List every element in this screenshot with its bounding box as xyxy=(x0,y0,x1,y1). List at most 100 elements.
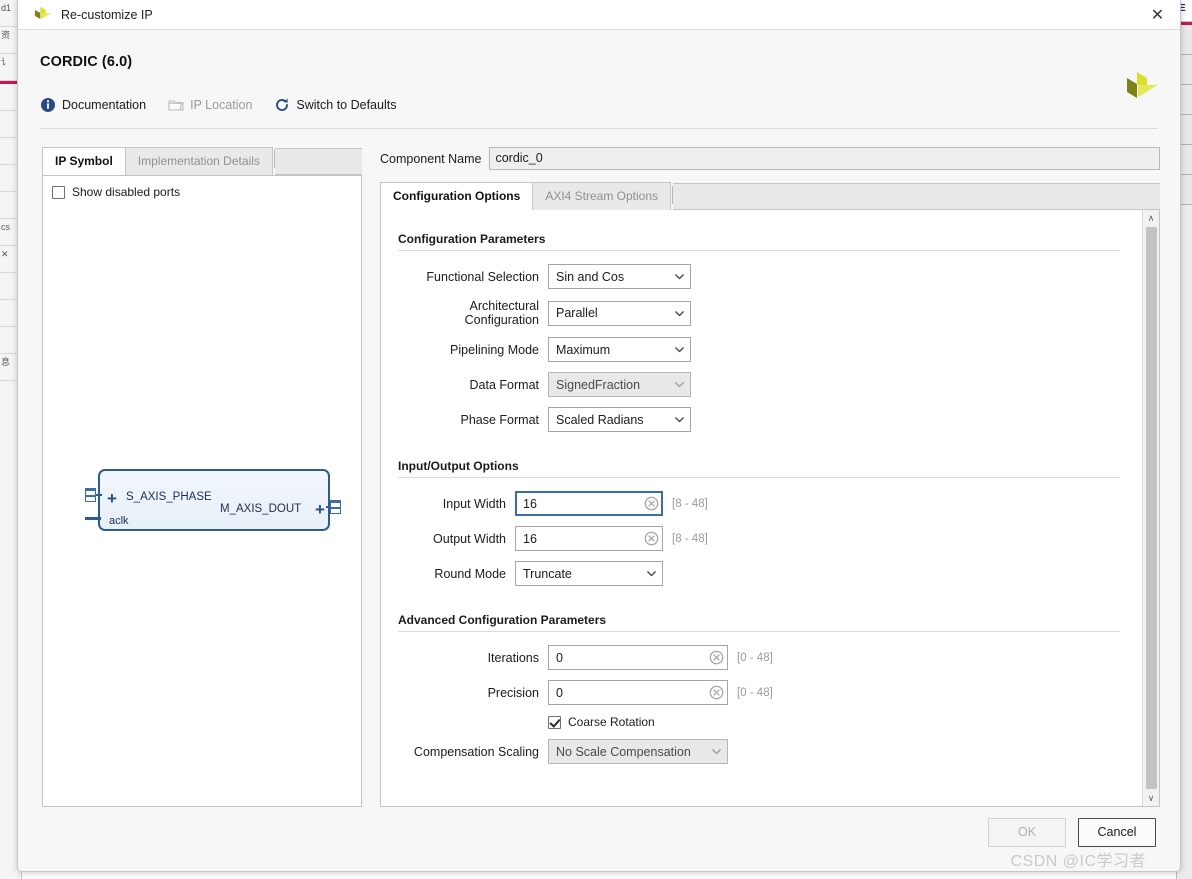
compensation-scaling-value: No Scale Compensation xyxy=(556,744,691,759)
tab-ip-symbol[interactable]: IP Symbol xyxy=(42,147,126,175)
left-tabstrip: IP Symbol Implementation Details xyxy=(42,147,362,175)
clear-icon[interactable] xyxy=(644,496,659,511)
iterations-input[interactable]: 0 xyxy=(548,645,728,670)
data-format-dropdown[interactable]: SignedFraction xyxy=(548,372,691,397)
component-name-input[interactable]: cordic_0 xyxy=(489,147,1160,170)
architectural-configuration-label: Architectural Configuration xyxy=(464,299,539,327)
scrollbar-track[interactable] xyxy=(1143,226,1160,790)
config-tabstrip: Configuration Options AXI4 Stream Option… xyxy=(380,182,1160,210)
scroll-up-icon[interactable]: ∧ xyxy=(1143,210,1160,226)
pipelining-mode-value: Maximum xyxy=(556,342,611,357)
precision-input[interactable]: 0 xyxy=(548,680,728,705)
chevron-down-icon xyxy=(675,274,684,280)
scroll-down-icon[interactable]: ∨ xyxy=(1143,790,1160,806)
ip-location-link[interactable]: IP Location xyxy=(168,97,252,113)
xilinx-logo-large-icon xyxy=(1127,72,1158,98)
section-divider xyxy=(398,477,1120,478)
phase-format-label: Phase Format xyxy=(460,412,539,427)
bus-connector-left-icon xyxy=(85,488,96,502)
chevron-down-icon xyxy=(675,417,684,423)
documentation-link[interactable]: Documentation xyxy=(40,97,146,113)
close-icon[interactable]: ✕ xyxy=(1135,0,1180,29)
precision-label: Precision xyxy=(487,685,539,700)
data-format-label: Data Format xyxy=(469,377,539,392)
refresh-icon xyxy=(276,98,289,111)
pipelining-mode-dropdown[interactable]: Maximum xyxy=(548,337,691,362)
field-row: Round Mode Truncate xyxy=(398,561,1142,586)
clear-icon[interactable] xyxy=(709,650,724,665)
field-row: Data Format SignedFraction xyxy=(398,372,1142,397)
documentation-label: Documentation xyxy=(62,98,147,112)
chevron-down-icon xyxy=(675,310,684,316)
tab-configuration-options[interactable]: Configuration Options xyxy=(380,182,534,210)
functional-selection-label: Functional Selection xyxy=(426,269,539,284)
iterations-value: 0 xyxy=(556,650,563,665)
expand-output-port-icon[interactable]: + xyxy=(315,501,325,518)
config-section: Configuration Parameters Functional Selec… xyxy=(398,232,1142,432)
input-width-input[interactable]: 16 xyxy=(515,491,663,516)
tab-implementation-details[interactable]: Implementation Details xyxy=(124,147,273,175)
configuration-panel: Component Name cordic_0 Configuration Op… xyxy=(380,147,1160,807)
round-mode-dropdown[interactable]: Truncate xyxy=(515,561,663,586)
field-row: Compensation Scaling No Scale Compensatio… xyxy=(398,739,1142,764)
compensation-scaling-dropdown[interactable]: No Scale Compensation xyxy=(548,739,728,764)
compensation-scaling-label: Compensation Scaling xyxy=(413,744,539,759)
clock-wire-left xyxy=(85,517,101,520)
chevron-down-icon xyxy=(647,571,656,577)
dialog-body: IP Symbol Implementation Details Show di… xyxy=(18,129,1180,807)
config-section: Advanced Configuration Parameters Iterati… xyxy=(398,613,1142,764)
chevron-down-icon xyxy=(712,749,721,755)
precision-range-hint: [0 - 48] xyxy=(737,686,773,699)
expand-input-port-icon[interactable]: + xyxy=(107,490,117,507)
port-label-m-axis-dout: M_AXIS_DOUT xyxy=(220,503,302,515)
functional-selection-dropdown[interactable]: Sin and Cos xyxy=(548,264,691,289)
input-width-range-hint: [8 - 48] xyxy=(672,497,708,510)
output-width-input[interactable]: 16 xyxy=(515,526,663,551)
show-disabled-ports-checkbox[interactable]: Show disabled ports xyxy=(52,185,361,199)
field-row: Functional Selection Sin and Cos xyxy=(398,264,1142,289)
field-row: Phase Format Scaled Radians xyxy=(398,407,1142,432)
component-name-row: Component Name cordic_0 xyxy=(380,147,1160,170)
input-width-label: Input Width xyxy=(442,496,506,511)
section-divider xyxy=(398,250,1120,251)
cancel-button[interactable]: Cancel xyxy=(1078,817,1156,847)
phase-format-dropdown[interactable]: Scaled Radians xyxy=(548,407,691,432)
bus-connector-right-icon xyxy=(330,500,341,514)
field-row: Architectural Configuration Parallel xyxy=(398,299,1142,327)
scrollbar-thumb[interactable] xyxy=(1145,227,1157,789)
ok-button[interactable]: OK xyxy=(988,817,1066,847)
page-title: CORDIC (6.0) xyxy=(40,54,133,70)
dialog-titlebar: Re-customize IP ✕ xyxy=(18,0,1180,30)
field-row: Input Width 16 [8 - 48] xyxy=(398,491,1142,516)
clear-icon[interactable] xyxy=(644,531,659,546)
tabstrip-filler xyxy=(274,148,362,175)
dialog-title: Re-customize IP xyxy=(61,7,153,22)
checkbox-box-icon xyxy=(52,185,65,199)
watermark: CSDN @IC学习者 xyxy=(1010,853,1146,870)
section-title: Input/Output Options xyxy=(398,459,519,473)
precision-value: 0 xyxy=(556,685,563,700)
phase-format-value: Scaled Radians xyxy=(556,412,644,427)
header-divider xyxy=(40,128,1158,129)
output-width-range-hint: [8 - 48] xyxy=(672,532,708,545)
architectural-configuration-value: Parallel xyxy=(556,306,598,320)
round-mode-value: Truncate xyxy=(523,566,572,581)
architectural-configuration-dropdown[interactable]: Parallel xyxy=(548,300,691,326)
coarse-rotation-checkbox[interactable]: Coarse Rotation xyxy=(548,715,655,729)
field-row: Iterations 0 [0 - 48] xyxy=(398,645,1142,670)
field-row: Precision 0 [0 - 48] xyxy=(398,680,1142,705)
config-vertical-scrollbar[interactable]: ∧ ∨ xyxy=(1142,210,1159,806)
clear-icon[interactable] xyxy=(709,685,724,700)
section-divider xyxy=(398,631,1120,632)
config-section: Input/Output Options Input Width 16 [8 - 48… xyxy=(398,459,1142,586)
functional-selection-value: Sin and Cos xyxy=(556,269,625,284)
config-content: Configuration Parameters Functional Selec… xyxy=(380,210,1160,807)
show-disabled-ports-label: Show disabled ports xyxy=(72,185,181,199)
output-width-value: 16 xyxy=(523,531,537,546)
bus-wire-left xyxy=(96,494,102,496)
coarse-rotation-label: Coarse Rotation xyxy=(568,715,655,729)
tab-axi4-stream-options[interactable]: AXI4 Stream Options xyxy=(532,182,672,210)
folder-icon xyxy=(168,100,184,111)
field-row: Pipelining Mode Maximum xyxy=(398,337,1142,362)
switch-to-defaults-link[interactable]: Switch to Defaults xyxy=(274,97,396,113)
